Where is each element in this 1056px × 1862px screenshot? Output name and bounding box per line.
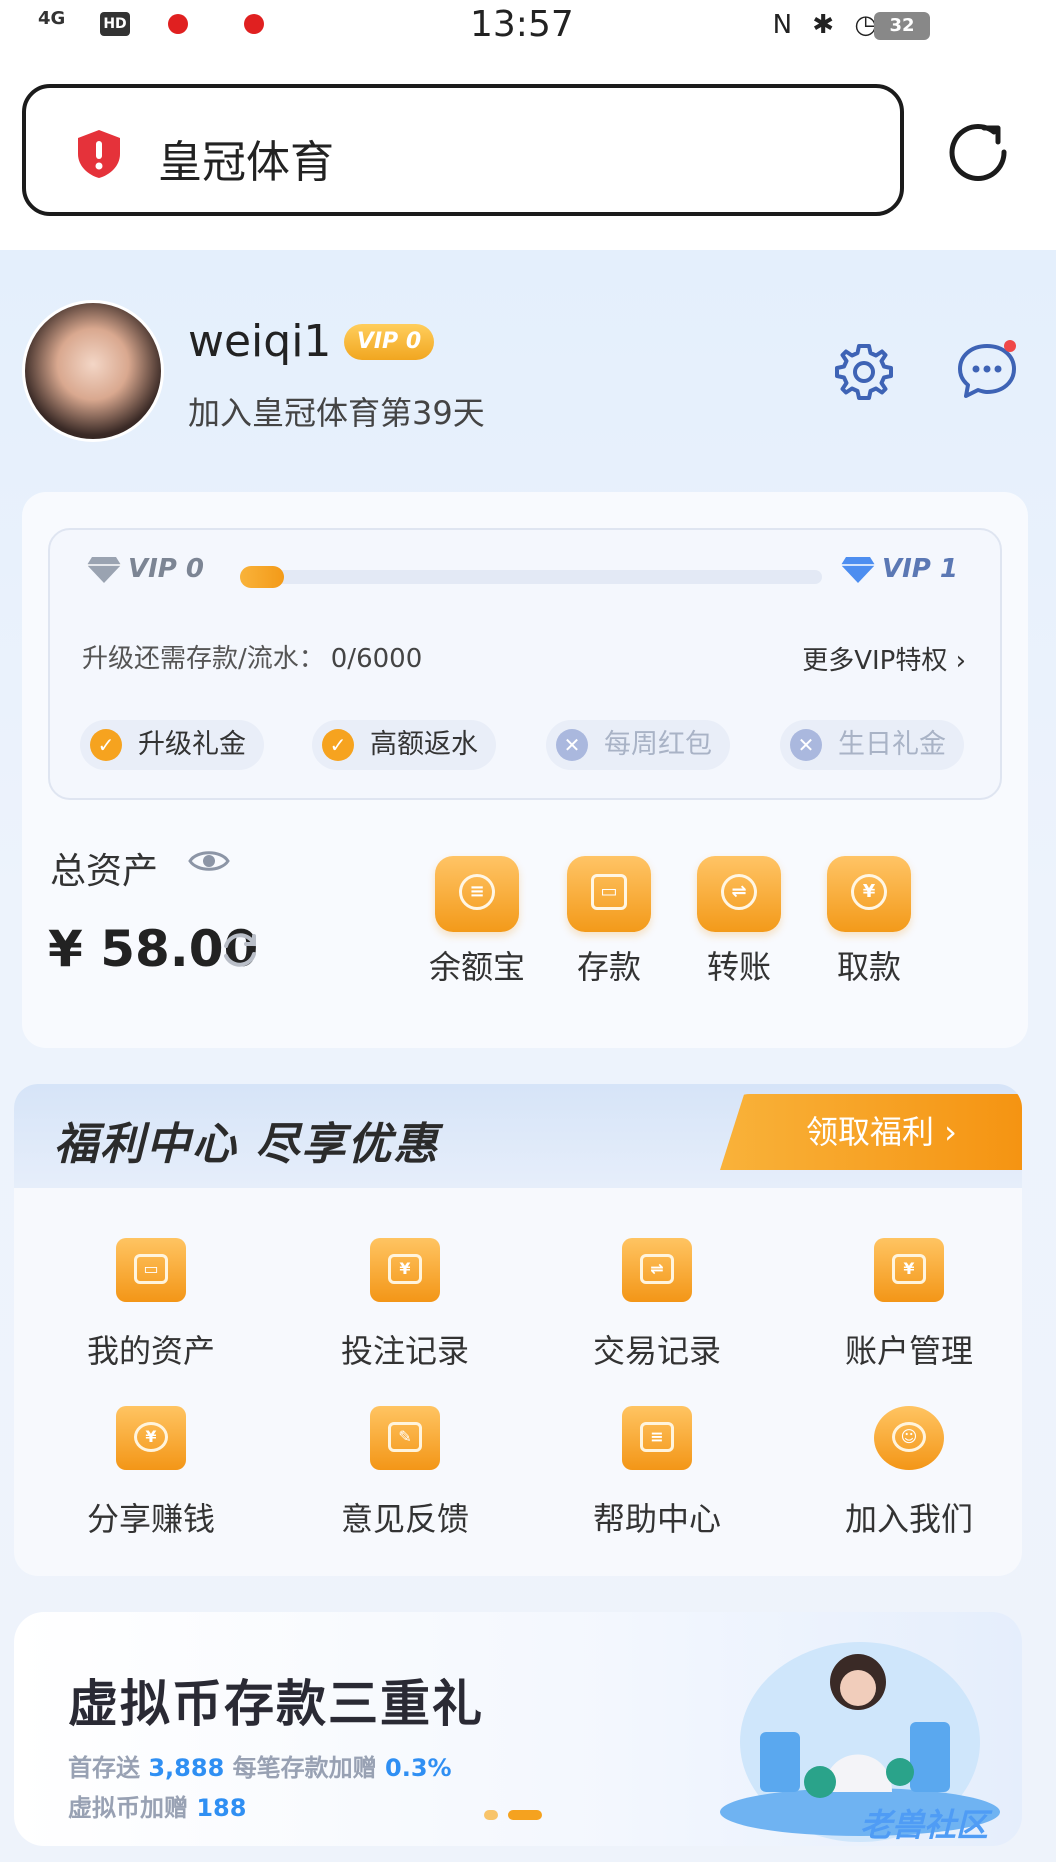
welfare-header: 福利中心 尽享优惠 领取福利 › [14, 1084, 1022, 1188]
withdraw-icon: ¥ [827, 856, 911, 932]
profile-header: weiqi1 VIP 0 加入皇冠体育第39天 [22, 300, 1032, 450]
check-icon: ✓ [90, 729, 122, 761]
security-warning-icon [78, 130, 120, 178]
banner-subtitle-1: 首存送 3,888 每笔存款加赠 0.3% [68, 1754, 452, 1782]
vip-progress-panel: VIP 0 VIP 1 升级还需存款/流水： 0/6000 更多VIP特权 › ✓… [48, 528, 1002, 800]
perk-birthday-gift: ✕ 生日礼金 [780, 720, 964, 770]
coins-icon: ≡ [435, 856, 519, 932]
network-indicator: 4G [38, 8, 66, 29]
current-vip-level: VIP 0 [86, 554, 204, 585]
account-card: VIP 0 VIP 1 升级还需存款/流水： 0/6000 更多VIP特权 › ✓… [22, 492, 1028, 1048]
deposit-button[interactable]: ▭ 存款 [554, 856, 664, 988]
banner-title: 虚拟币存款三重礼 [68, 1675, 484, 1733]
carousel-dot[interactable] [484, 1810, 498, 1820]
welfare-center: 福利中心 尽享优惠 领取福利 › ▭ 我的资产 ¥ 投注记录 ⇌ 交易记录 ¥ … [14, 1084, 1022, 1576]
wallet-icon: ▭ [567, 856, 651, 932]
diamond-grey-icon [87, 556, 121, 583]
upgrade-requirement: 升级还需存款/流水： 0/6000 [82, 644, 423, 674]
claim-welfare-button[interactable]: 领取福利 › [720, 1094, 1022, 1170]
battery-indicator: 32 [874, 12, 930, 40]
banner-subtitle-2: 虚拟币加赠 188 [68, 1794, 247, 1822]
feedback-item[interactable]: ✎ 意见反馈 [300, 1406, 510, 1540]
clock: 13:57 [470, 4, 574, 45]
transaction-icon: ⇌ [622, 1238, 692, 1302]
feedback-icon: ✎ [370, 1406, 440, 1470]
carousel-indicator [484, 1810, 564, 1822]
username: weiqi1 [188, 316, 332, 367]
help-center-item[interactable]: ≡ 帮助中心 [552, 1406, 762, 1540]
message-icon[interactable] [954, 338, 1020, 404]
eye-icon[interactable] [188, 846, 230, 876]
check-icon: ✓ [322, 729, 354, 761]
transfer-button[interactable]: ⇌ 转账 [684, 856, 794, 988]
notification-icon [168, 14, 188, 34]
next-vip-level: VIP 1 [840, 554, 958, 585]
join-us-item[interactable]: ☺ 加入我们 [804, 1406, 1014, 1540]
promo-banner[interactable]: 虚拟币存款三重礼 首存送 3,888 每笔存款加赠 0.3% 虚拟币加赠 188… [14, 1612, 1022, 1846]
more-vip-link[interactable]: 更多VIP特权 › [802, 640, 966, 677]
diamond-blue-icon [841, 556, 875, 583]
help-icon: ≡ [622, 1406, 692, 1470]
withdraw-button[interactable]: ¥ 取款 [814, 856, 924, 988]
vip-progress-fill [240, 566, 284, 588]
status-bar: 4G HD 13:57 N ✱ ◷ ◠ 32 [0, 0, 1056, 52]
vip-progress-bar [240, 566, 822, 588]
address-bar[interactable]: 皇冠体育 [22, 84, 904, 216]
my-assets-item[interactable]: ▭ 我的资产 [46, 1238, 256, 1372]
join-us-icon: ☺ [874, 1406, 944, 1470]
yuebao-button[interactable]: ≡ 余额宝 [422, 856, 532, 988]
reload-icon[interactable] [940, 112, 1016, 188]
account-management-item[interactable]: ¥ 账户管理 [804, 1238, 1014, 1372]
vip-badge: VIP 0 [344, 324, 434, 360]
cross-icon: ✕ [556, 729, 588, 761]
transfer-icon: ⇌ [697, 856, 781, 932]
refresh-icon[interactable] [218, 928, 262, 972]
cross-icon: ✕ [790, 729, 822, 761]
total-assets-label: 总资产 [50, 851, 159, 892]
transaction-records-item[interactable]: ⇌ 交易记录 [552, 1238, 762, 1372]
notification-icon-2 [244, 14, 264, 34]
bet-record-icon: ¥ [370, 1238, 440, 1302]
hd-badge: HD [100, 12, 130, 36]
carousel-dot-active[interactable] [508, 1810, 542, 1820]
perk-upgrade-gift: ✓ 升级礼金 [80, 720, 264, 770]
join-days-text: 加入皇冠体育第39天 [188, 394, 485, 432]
upgrade-value: 0/6000 [330, 644, 423, 674]
welfare-title: 福利中心 尽享优惠 [54, 1119, 440, 1170]
avatar[interactable] [22, 300, 164, 442]
account-folder-icon: ¥ [874, 1238, 944, 1302]
watermark-text: 老兽社区 [860, 1806, 989, 1844]
share-money-icon: ¥ [116, 1406, 186, 1470]
share-earn-item[interactable]: ¥ 分享赚钱 [46, 1406, 256, 1540]
wallet-icon: ▭ [116, 1238, 186, 1302]
bet-records-item[interactable]: ¥ 投注记录 [300, 1238, 510, 1372]
perk-rebate: ✓ 高额返水 [312, 720, 496, 770]
vip-perks: ✓ 升级礼金 ✓ 高额返水 ✕ 每周红包 ✕ 生日礼金 [80, 720, 980, 772]
perk-weekly-redpacket: ✕ 每周红包 [546, 720, 730, 770]
page-title: 皇冠体育 [158, 137, 334, 188]
gear-icon[interactable] [832, 340, 896, 404]
